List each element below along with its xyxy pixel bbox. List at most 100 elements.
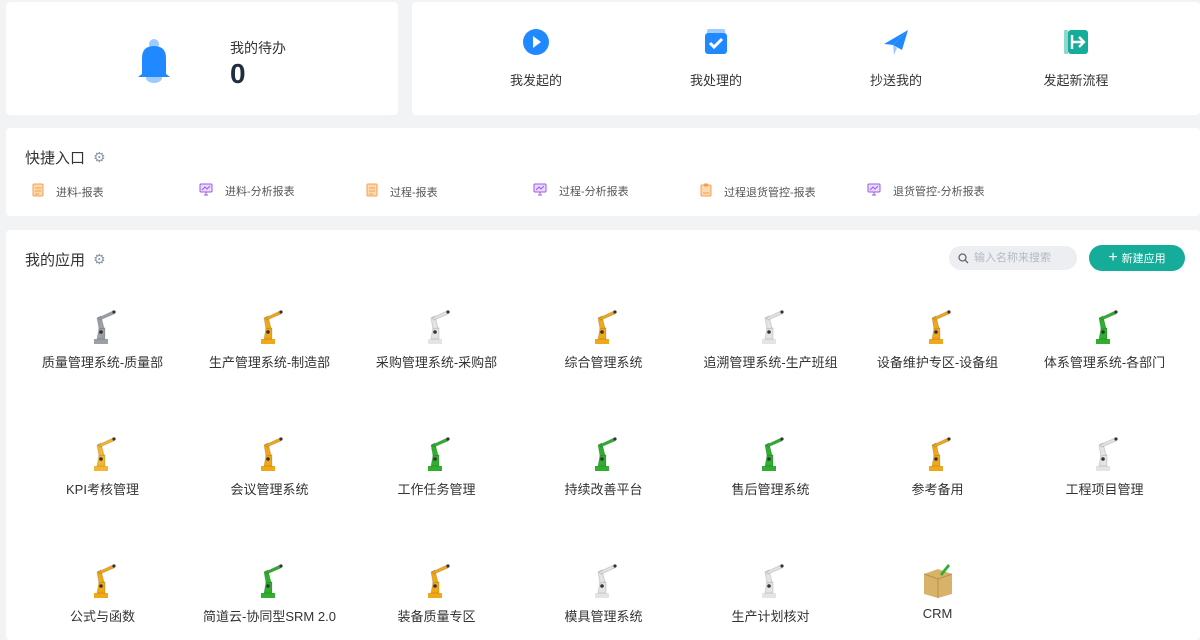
new-app-button[interactable]: + 新建应用 (1089, 245, 1185, 271)
robot-arm-icon (19, 560, 186, 600)
flow-label: 我处理的 (689, 73, 742, 88)
app-label: 持续改善平台 (564, 482, 643, 497)
gear-icon[interactable]: ⚙ (93, 251, 106, 268)
my-apps-title-text: 我的应用 (25, 252, 86, 269)
exit-arrow-icon (1064, 30, 1088, 54)
quick-entry-label: 过程-分析报表 (559, 186, 629, 198)
analysis-monitor-icon (867, 183, 881, 199)
gear-icon[interactable]: ⚙ (93, 149, 106, 166)
robot-arm-icon (186, 433, 353, 473)
app-tile[interactable]: 设备维护专区-设备组 (854, 300, 1021, 371)
robot-arm-icon (520, 306, 687, 346)
app-tile[interactable]: 模具管理系统 (520, 554, 687, 625)
quick-entry-label: 进料-报表 (56, 186, 104, 199)
flow-initiated-by-me[interactable]: 我发起的 (476, 28, 596, 89)
app-label: 会议管理系统 (230, 482, 309, 497)
app-tile[interactable]: CRM (854, 554, 1021, 621)
app-label: 生产计划核对 (731, 609, 810, 624)
app-label: 模具管理系统 (564, 609, 643, 624)
app-label: 装备质量专区 (397, 609, 476, 624)
analysis-monitor-icon (533, 183, 547, 199)
robot-arm-icon (854, 433, 1021, 473)
box-icon (854, 560, 1021, 600)
app-search[interactable] (949, 246, 1077, 270)
todo-count: 0 (230, 58, 246, 89)
robot-arm-icon (687, 560, 854, 600)
analysis-monitor-icon (199, 183, 213, 199)
quick-entry-item[interactable]: 进料-分析报表 (199, 183, 295, 199)
flow-cc-to-me[interactable]: 抄送我的 (836, 28, 956, 89)
quick-entry-title: 快捷入口 ⚙ (25, 147, 106, 168)
app-label: 设备维护专区-设备组 (876, 355, 999, 370)
app-tile[interactable]: 持续改善平台 (520, 427, 687, 498)
flow-start-new[interactable]: 发起新流程 (1016, 28, 1136, 89)
quick-entry-item[interactable]: 过程退货管控-报表 (700, 183, 816, 200)
app-tile[interactable]: 装备质量专区 (353, 554, 520, 625)
plus-icon: + (1108, 249, 1118, 266)
app-label: 工作任务管理 (397, 482, 476, 497)
report-icon (366, 183, 378, 200)
quick-entry-card: 快捷入口 ⚙ 进料-报表 进料-分析报表 过程-报表 过程-分析报表 过程退货管控-报表 退… (6, 128, 1200, 216)
app-tile[interactable]: 质量管理系统-质量部 (19, 300, 186, 371)
quick-entry-label: 过程-报表 (390, 186, 438, 199)
app-tile[interactable]: KPI考核管理 (19, 427, 186, 498)
my-apps-title: 我的应用 ⚙ (25, 249, 106, 270)
app-label: 综合管理系统 (564, 355, 643, 370)
robot-arm-icon (353, 306, 520, 346)
app-label: CRM (922, 606, 953, 621)
quick-entry-label: 退货管控-分析报表 (893, 186, 985, 198)
robot-arm-icon (1021, 306, 1188, 346)
robot-arm-icon (186, 560, 353, 600)
app-label: 追溯管理系统-生产班组 (703, 355, 838, 370)
app-label: 公式与函数 (69, 609, 135, 624)
app-tile[interactable]: 公式与函数 (19, 554, 186, 625)
quick-entry-item[interactable]: 过程-报表 (366, 183, 438, 200)
robot-arm-icon (520, 560, 687, 600)
app-label: 质量管理系统-质量部 (41, 355, 164, 370)
app-label: 采购管理系统-采购部 (375, 355, 498, 370)
app-tile[interactable]: 会议管理系统 (186, 427, 353, 498)
flow-handled-by-me[interactable]: 我处理的 (656, 28, 776, 89)
quick-entry-item[interactable]: 过程-分析报表 (533, 183, 629, 199)
quick-entry-item[interactable]: 退货管控-分析报表 (867, 183, 985, 199)
app-tile[interactable]: 生产管理系统-制造部 (186, 300, 353, 371)
robot-arm-icon (353, 560, 520, 600)
robot-arm-icon (186, 306, 353, 346)
flow-label: 发起新流程 (1043, 73, 1109, 88)
app-label: 体系管理系统-各部门 (1043, 355, 1166, 370)
app-label: 参考备用 (911, 482, 964, 497)
app-tile[interactable]: 追溯管理系统-生产班组 (687, 300, 854, 371)
robot-arm-icon (520, 433, 687, 473)
todo-card[interactable]: 我的待办 0 (6, 2, 398, 115)
app-search-input[interactable] (974, 252, 1074, 264)
flow-label: 我发起的 (509, 73, 562, 88)
quick-entry-label: 过程退货管控-报表 (724, 186, 816, 199)
app-tile[interactable]: 工程项目管理 (1021, 427, 1188, 498)
app-label: 工程项目管理 (1065, 482, 1144, 497)
search-icon (958, 252, 969, 263)
app-tile[interactable]: 体系管理系统-各部门 (1021, 300, 1188, 371)
clipboard-report-icon (700, 183, 712, 200)
app-tile[interactable]: 参考备用 (854, 427, 1021, 498)
play-circle-icon (523, 29, 549, 55)
check-calendar-icon (705, 29, 727, 54)
flow-label: 抄送我的 (869, 73, 922, 88)
robot-arm-icon (1021, 433, 1188, 473)
app-label: 简道云-协同型SRM 2.0 (203, 609, 336, 624)
app-tile[interactable]: 生产计划核对 (687, 554, 854, 625)
robot-arm-icon (19, 306, 186, 346)
app-tile[interactable]: 售后管理系统 (687, 427, 854, 498)
new-app-label: 新建应用 (1121, 253, 1166, 265)
app-tile[interactable]: 采购管理系统-采购部 (353, 300, 520, 371)
robot-arm-icon (353, 433, 520, 473)
app-label: 售后管理系统 (731, 482, 810, 497)
quick-entry-title-text: 快捷入口 (25, 150, 86, 167)
app-tile[interactable]: 简道云-协同型SRM 2.0 (186, 554, 353, 625)
app-label: 生产管理系统-制造部 (208, 355, 331, 370)
my-apps-card: 我的应用 ⚙ +新建应用 质量管理系统-质量部 生产管理系统-制造部 采购管理系统-采… (6, 230, 1200, 640)
robot-arm-icon (854, 306, 1021, 346)
quick-entry-item[interactable]: 进料-报表 (32, 183, 104, 200)
app-tile[interactable]: 工作任务管理 (353, 427, 520, 498)
todo-label: 我的待办 (230, 40, 286, 56)
app-tile[interactable]: 综合管理系统 (520, 300, 687, 371)
